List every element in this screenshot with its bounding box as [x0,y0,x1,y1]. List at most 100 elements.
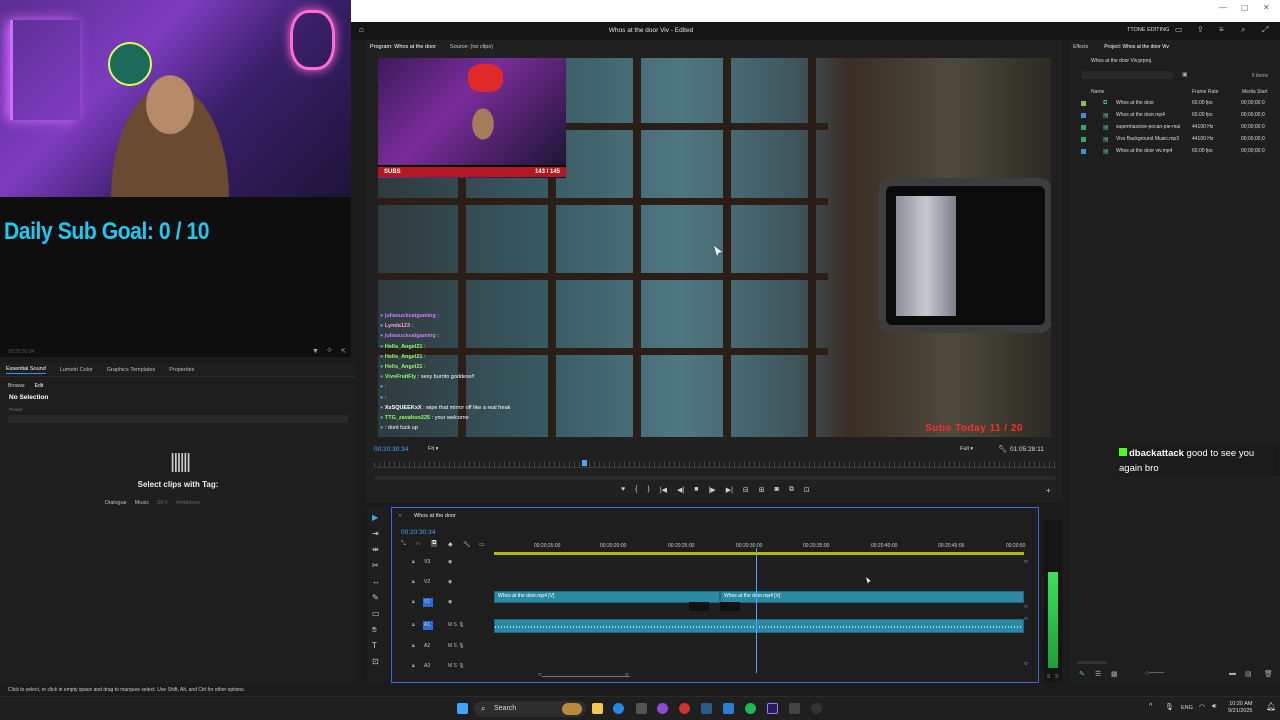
fullscreen-icon[interactable]: ⤢ [1262,25,1268,35]
timeline-wrench-icon[interactable]: 🔧︎ [463,541,471,548]
slip-icon[interactable]: ↔ [372,577,380,586]
tag-dialogue[interactable]: Dialogue [105,500,127,506]
notification-icon[interactable]: 🔔︎ [1266,702,1276,711]
zoom-handle-right[interactable]: ○ [625,672,629,678]
pencil-icon[interactable]: ✎ [1079,670,1085,678]
time-ruler[interactable] [374,462,1056,468]
playhead-timecode[interactable]: 00:20:30:34 [374,446,408,453]
tab-project[interactable]: Project: Whos at the door Viv [1104,44,1169,50]
zoom-handle-left[interactable]: ○ [538,672,542,678]
tag-ambience[interactable]: Ambience [176,500,200,506]
col-frame-rate[interactable]: Frame Rate [1192,89,1218,95]
magnet-icon[interactable]: ∩ [416,541,420,547]
insert-icon[interactable]: ⊟ [743,486,749,494]
mute-solo-icon[interactable]: M S 🎙︎ [448,643,465,649]
eye-icon[interactable]: ◉ [448,599,452,605]
video-clip[interactable]: Whos at the door.mp4 [V] [720,591,1024,603]
col-media-start[interactable]: Media Start [1242,89,1268,95]
expand-icon[interactable]: ⇱ [341,348,346,355]
windows-start-icon[interactable] [457,703,468,714]
steam-icon[interactable] [701,703,712,714]
bin-icon[interactable]: ▣ [1182,71,1188,78]
menu-icon[interactable]: ≡ [1219,25,1224,34]
tab-browse[interactable]: Browse [8,383,25,389]
mark-out-icon[interactable]: } [648,486,650,494]
linked-selection-icon[interactable]: ⧉ [431,540,438,547]
multicam-icon[interactable]: ⊡ [804,486,810,494]
rectangle-icon[interactable]: ▭ [372,609,380,618]
filter-icon[interactable]: ▼ [312,348,319,355]
export-frame-icon[interactable]: ◙ [775,486,779,494]
lock-icon[interactable]: 🔒︎ [412,663,415,669]
wrench-icon[interactable]: 🔧︎ [998,445,1007,453]
zoom-scrollbar[interactable] [374,476,1056,480]
track-select-icon[interactable]: ⇥ [372,529,379,538]
quality-dropdown[interactable]: Full ▾ [960,446,973,452]
close-icon[interactable]: ✕ [1263,3,1270,12]
system-clock[interactable]: 10:20 AM 9/21/2025 [1228,701,1252,715]
spotify-icon[interactable] [745,703,756,714]
new-item-icon[interactable]: ▤ [1245,670,1252,678]
project-search-input[interactable] [1081,71,1173,79]
scroll-handle[interactable]: ○ [1024,616,1028,622]
type-icon[interactable]: T [372,641,377,650]
overwrite-icon[interactable]: ⊞ [759,486,765,494]
audio-clip[interactable] [494,619,1024,633]
project-item[interactable]: ▤ Whos at the door viv.mp4 60.00 fps 00;00;… [1069,146,1280,158]
timeline-zoom-bar[interactable] [542,676,630,677]
tab-program[interactable]: Program: Whos at the door [370,44,436,50]
tab-graphics-templates[interactable]: Graphics Templates [107,367,156,373]
work-area-bar[interactable] [494,552,1024,555]
solo-left[interactable]: S [1047,674,1050,680]
lock-icon[interactable]: 🔒︎ [412,579,415,585]
share-icon[interactable]: ⇪ [1197,25,1204,34]
settings-icon[interactable]: ⟐ [327,348,332,355]
add-button-icon[interactable]: + [1046,486,1051,495]
premiere-icon[interactable] [767,703,778,714]
minimize-icon[interactable]: — [1219,3,1227,12]
tab-properties[interactable]: Properties [169,367,194,373]
tag-music[interactable]: Music [135,500,149,506]
list-view-icon[interactable]: ☰ [1095,670,1101,678]
go-to-out-icon[interactable]: ▶| [726,486,733,494]
nest-icon[interactable]: ⤡ [401,541,406,548]
tab-effects[interactable]: Effects [1073,44,1088,50]
close-tab-icon[interactable]: ✕ [398,513,402,519]
marker-icon[interactable]: ♥ [621,486,625,494]
project-item[interactable]: ▤ Vivs Background Music.mp3 44100 Hz 00;00;… [1069,134,1280,146]
sequence-name[interactable]: Whos at the door [414,513,456,519]
timeline-playhead[interactable] [756,548,757,673]
project-item[interactable]: ▤ Whos at the door.mp4 60.00 fps 00;00;00;0 [1069,110,1280,122]
search-icon[interactable]: ⌕ [1241,25,1245,35]
tab-edit[interactable]: Edit [35,383,44,389]
video-clip[interactable]: Whos at the door.mp4 [V] [494,591,720,603]
timeline-timecode[interactable]: 00:20:30:34 [401,529,435,536]
pen-icon[interactable]: ✎ [372,593,379,602]
tab-source[interactable]: Source: (no clips) [450,44,493,50]
scrollbar[interactable] [1077,661,1107,664]
settings-icon[interactable] [789,703,800,714]
selection-tool-icon[interactable]: ▶ [372,513,378,522]
edge-icon[interactable] [613,703,624,714]
ripple-edit-icon[interactable]: ⇹ [372,545,379,554]
caption-icon[interactable]: ⊡ [372,657,379,666]
step-back-icon[interactable]: ◀| [677,486,684,494]
video-frame[interactable]: SUBS 143 / 145 ● juliasucksatgaming : ● … [378,58,1051,437]
app-icon[interactable] [811,703,822,714]
lock-icon[interactable]: 🔒︎ [412,622,415,628]
tab-essential-sound[interactable]: Essential Sound [6,366,46,374]
terminal-icon[interactable] [636,703,647,714]
stop-icon[interactable]: ■ [694,486,698,494]
playhead[interactable] [582,460,587,466]
new-bin-icon[interactable]: ▬ [1229,670,1236,677]
project-item[interactable]: ⧉ Whos at the door 60.00 fps 00;00;00;0 [1069,98,1280,110]
chevron-up-icon[interactable]: ^ [1149,703,1152,710]
razor-icon[interactable]: ✂ [372,561,379,570]
microphone-icon[interactable]: 🎙︎ [1165,703,1174,711]
store-icon[interactable] [723,703,734,714]
scroll-handle[interactable]: ○ [1024,604,1028,610]
step-forward-icon[interactable]: |▶ [708,486,715,494]
lock-icon[interactable]: 🔒︎ [412,559,415,565]
icon-view-icon[interactable]: ▦ [1111,670,1118,678]
captions-icon[interactable]: ▭ [479,541,485,548]
